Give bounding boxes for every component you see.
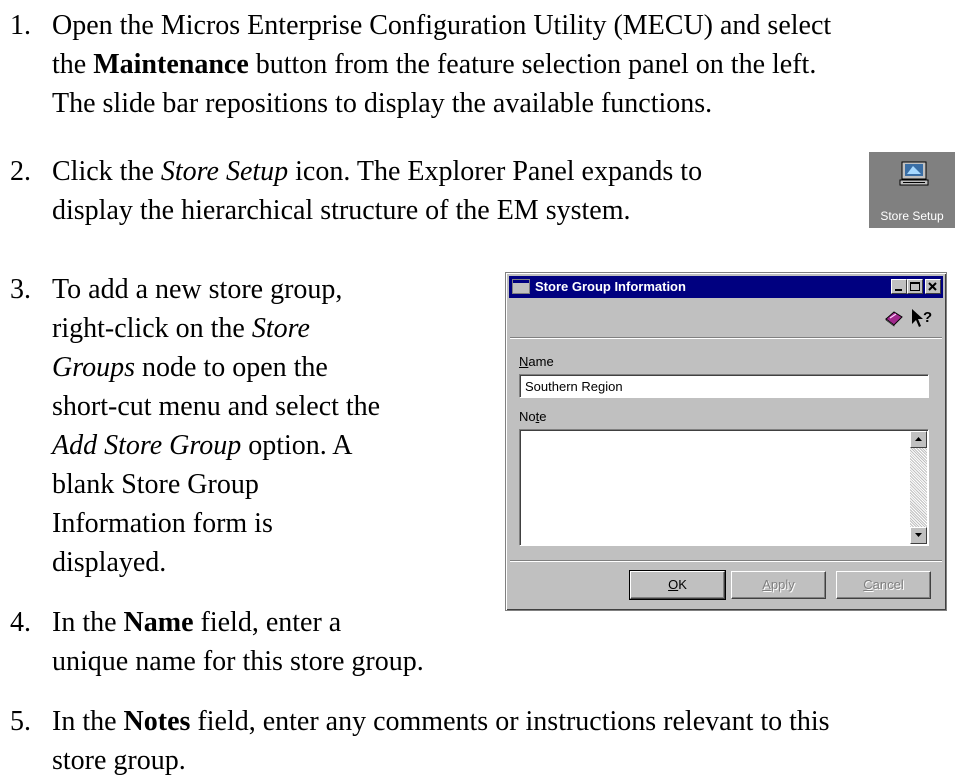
step-text: Open the Micros Enterprise Configuration… [52, 6, 952, 123]
close-icon [928, 282, 937, 291]
book-icon[interactable] [884, 309, 904, 327]
note-scrollbar[interactable] [910, 431, 927, 544]
help-pointer-icon[interactable]: ? [910, 307, 934, 329]
step-line: Groups node to open the [52, 352, 328, 383]
computer-monitor-icon [899, 161, 929, 186]
maximize-icon [910, 282, 920, 291]
step-line: display the hierarchical structure of th… [52, 195, 631, 226]
step-line: In the Notes field, enter any comments o… [52, 706, 830, 737]
step-line: blank Store Group [52, 469, 259, 500]
store-setup-label: Store Setup [880, 209, 944, 223]
ok-button[interactable]: OK [629, 570, 726, 600]
step-text: To add a new store group, right-click on… [52, 270, 502, 582]
dialog-toolbar: ? [510, 301, 942, 338]
step-number: 4. [10, 607, 31, 638]
step-text: Click the Store Setup icon. The Explorer… [52, 152, 872, 230]
svg-text:?: ? [923, 309, 932, 326]
store-group-information-dialog: Store Group Information ? Name Southern … [505, 272, 947, 611]
step-line: short-cut menu and select the [52, 391, 381, 422]
step-line: right-click on the Store [52, 313, 310, 344]
step-line: Open the Micros Enterprise Configuration… [52, 10, 832, 41]
store-setup-icon[interactable]: Store Setup [869, 152, 955, 228]
step-line: To add a new store group, [52, 274, 343, 305]
step-line: Add Store Group option. A [52, 430, 353, 461]
step-number: 5. [10, 706, 31, 737]
step-text: In the Name field, enter a unique name f… [52, 603, 752, 681]
maximize-button[interactable] [907, 279, 923, 294]
step-line: store group. [52, 745, 186, 776]
divider [510, 560, 942, 562]
maintenance-term: Maintenance [93, 49, 249, 80]
step-line: Click the Store Setup icon. The Explorer… [52, 156, 703, 187]
arrow-down-icon [915, 533, 922, 537]
dialog-titlebar[interactable]: Store Group Information [509, 276, 943, 298]
scroll-up-button[interactable] [910, 431, 927, 448]
step-line: displayed. [52, 547, 167, 578]
notes-term: Notes [123, 706, 191, 737]
step-line: The slide bar repositions to display the… [52, 88, 713, 119]
step-line: unique name for this store group. [52, 646, 424, 677]
apply-button[interactable]: Apply [731, 571, 826, 599]
note-label: Note [519, 409, 547, 424]
name-term: Name [123, 607, 194, 638]
step-text: In the Notes field, enter any comments o… [52, 702, 952, 780]
name-label: Name [519, 354, 554, 369]
close-button[interactable] [925, 279, 941, 294]
scroll-down-button[interactable] [910, 527, 927, 544]
arrow-up-icon [915, 437, 922, 441]
step-number: 1. [10, 10, 31, 41]
minimize-icon [895, 289, 902, 291]
step-number: 2. [10, 156, 31, 187]
dialog-title: Store Group Information [535, 279, 686, 294]
step-line: Information form is [52, 508, 273, 539]
window-icon [512, 279, 530, 294]
step-line: the Maintenance button from the feature … [52, 49, 817, 80]
cancel-button[interactable]: Cancel [836, 571, 931, 599]
step-number: 3. [10, 274, 31, 305]
step-line: In the Name field, enter a [52, 607, 342, 638]
note-field[interactable] [519, 429, 929, 546]
name-field[interactable]: Southern Region [519, 374, 929, 398]
minimize-button[interactable] [891, 279, 907, 294]
